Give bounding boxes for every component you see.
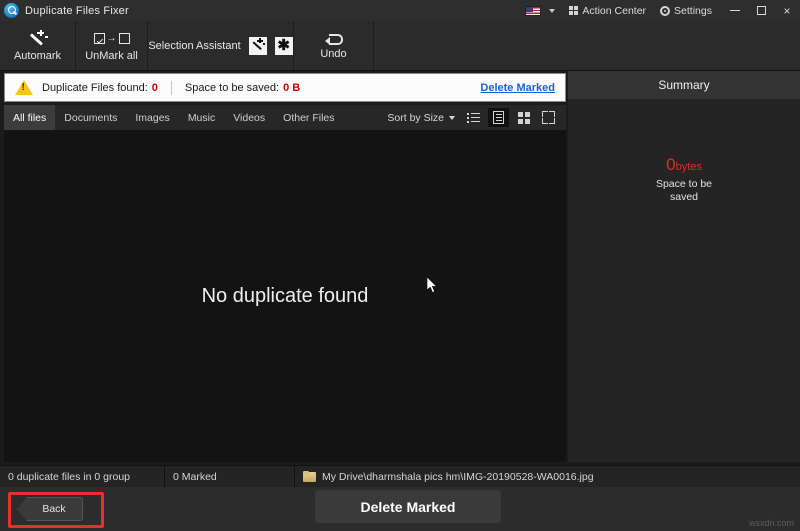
summary-caption-line1: Space to be xyxy=(568,178,800,191)
status-marked-count: 0 Marked xyxy=(165,466,295,488)
selection-assistant-sparkle-button[interactable]: ✱ xyxy=(275,37,293,55)
settings-label: Settings xyxy=(674,5,712,17)
chevron-down-icon xyxy=(449,116,455,120)
tab-images[interactable]: Images xyxy=(126,105,178,130)
duplicate-files-fixer-window: Duplicate Files Fixer Action Center Sett… xyxy=(0,0,800,531)
settings-button[interactable]: Settings xyxy=(660,5,712,17)
status-duplicates-count: 0 duplicate files in 0 group xyxy=(0,466,165,488)
watermark: wsxdn.com xyxy=(749,518,794,528)
duplicates-found-value: 0 xyxy=(152,82,158,94)
close-button[interactable]: × xyxy=(774,0,800,21)
status-path-text: My Drive\dharmshala pics hm\IMG-20190528… xyxy=(322,471,594,483)
summary-caption: Space to be saved xyxy=(568,178,800,204)
us-flag-icon xyxy=(525,6,541,16)
selection-assistant-wand-button[interactable] xyxy=(249,37,267,55)
undo-button[interactable]: Undo xyxy=(294,21,374,70)
summary-value: 0 xyxy=(666,155,675,174)
back-label: Back xyxy=(42,503,65,515)
summary-value-row: 0bytes xyxy=(568,155,800,175)
checkbox-to-empty-icon: → xyxy=(94,30,130,48)
duplicates-found-label: Duplicate Files found: xyxy=(42,82,148,94)
delete-marked-button[interactable]: Delete Marked xyxy=(315,490,501,523)
back-button[interactable]: Back xyxy=(17,497,83,521)
tab-videos[interactable]: Videos xyxy=(224,105,274,130)
title-bar: Duplicate Files Fixer Action Center Sett… xyxy=(0,0,800,21)
space-saved-value: 0 B xyxy=(283,82,300,94)
undo-label: Undo xyxy=(320,49,346,60)
selection-assistant-label: Selection Assistant xyxy=(148,40,240,52)
detail-view-icon[interactable] xyxy=(488,108,509,127)
tab-label: Music xyxy=(188,112,215,124)
window-title: Duplicate Files Fixer xyxy=(25,5,129,17)
chevron-down-icon xyxy=(549,9,555,13)
gear-icon xyxy=(660,6,670,16)
minimize-button[interactable] xyxy=(722,0,748,21)
tab-label: Videos xyxy=(233,112,265,124)
empty-state-message: No duplicate found xyxy=(202,285,369,308)
tab-label: Images xyxy=(135,112,169,124)
tab-all-files[interactable]: All files xyxy=(4,105,55,130)
main-toolbar: Automark → UnMark all Selection Assistan… xyxy=(0,21,800,71)
status-bar: 0 duplicate files in 0 group 0 Marked My… xyxy=(0,465,800,487)
maximize-button[interactable] xyxy=(748,0,774,21)
language-selector[interactable] xyxy=(525,6,555,16)
sort-by-dropdown[interactable]: Sort by Size xyxy=(387,112,455,124)
tab-label: Documents xyxy=(64,112,117,124)
filter-tabs-bar: All files Documents Images Music Videos … xyxy=(4,105,566,130)
folder-icon xyxy=(303,471,316,482)
undo-arrow-icon xyxy=(325,32,343,46)
tab-label: All files xyxy=(13,112,46,124)
tab-documents[interactable]: Documents xyxy=(55,105,126,130)
duplicate-results-area: No duplicate found xyxy=(4,130,566,462)
summary-panel: 0bytes Space to be saved xyxy=(568,99,800,462)
magic-wand-icon xyxy=(28,30,48,48)
sparkle-asterisk-icon: ✱ xyxy=(277,38,290,53)
grid-view-icon[interactable] xyxy=(513,108,534,127)
fullscreen-view-icon[interactable] xyxy=(538,108,559,127)
tab-label: Other Files xyxy=(283,112,334,124)
delete-marked-link[interactable]: Delete Marked xyxy=(480,82,555,94)
warning-triangle-icon xyxy=(15,80,33,95)
list-view-icon[interactable] xyxy=(463,108,484,127)
unmark-all-button[interactable]: → UnMark all xyxy=(76,21,148,70)
magic-wand-icon xyxy=(251,39,265,53)
summary-panel-header: Summary xyxy=(568,71,800,99)
automark-label: Automark xyxy=(14,51,61,62)
tab-music[interactable]: Music xyxy=(179,105,224,130)
info-divider xyxy=(171,81,172,95)
duplicates-info-bar: Duplicate Files found: 0 Space to be sav… xyxy=(4,73,566,102)
summary-caption-line2: saved xyxy=(568,191,800,204)
status-current-path: My Drive\dharmshala pics hm\IMG-20190528… xyxy=(295,466,800,488)
grid-squares-icon xyxy=(569,6,579,16)
title-bar-right-controls: Action Center Settings × xyxy=(511,0,800,21)
space-saved-label: Space to be saved: xyxy=(185,82,279,94)
toolbar-filler xyxy=(374,21,800,70)
action-center-label: Action Center xyxy=(582,5,646,17)
action-center-button[interactable]: Action Center xyxy=(569,5,646,17)
space-saved-summary: 0bytes Space to be saved xyxy=(568,155,800,204)
tab-other-files[interactable]: Other Files xyxy=(274,105,343,130)
magnifier-circle-icon xyxy=(4,3,19,18)
summary-unit: bytes xyxy=(676,161,702,173)
unmark-all-label: UnMark all xyxy=(85,51,138,62)
selection-assistant-group: Selection Assistant ✱ xyxy=(148,21,294,70)
view-mode-group xyxy=(463,108,559,127)
sort-by-label: Sort by Size xyxy=(387,112,444,124)
automark-button[interactable]: Automark xyxy=(0,21,76,70)
delete-marked-label: Delete Marked xyxy=(361,499,456,515)
